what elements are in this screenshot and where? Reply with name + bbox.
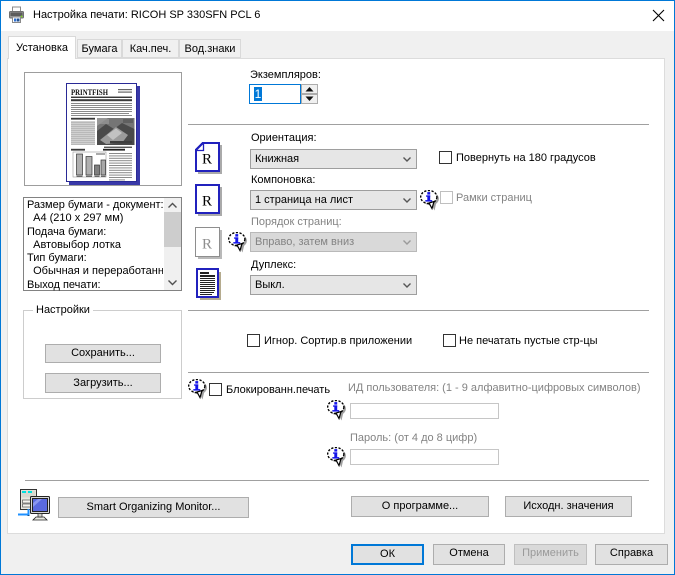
svg-text:R: R <box>202 237 212 253</box>
svg-text:R: R <box>202 194 212 210</box>
svg-text:PRINTFISH: PRINTFISH <box>71 87 108 97</box>
svg-text:R: R <box>202 152 212 168</box>
